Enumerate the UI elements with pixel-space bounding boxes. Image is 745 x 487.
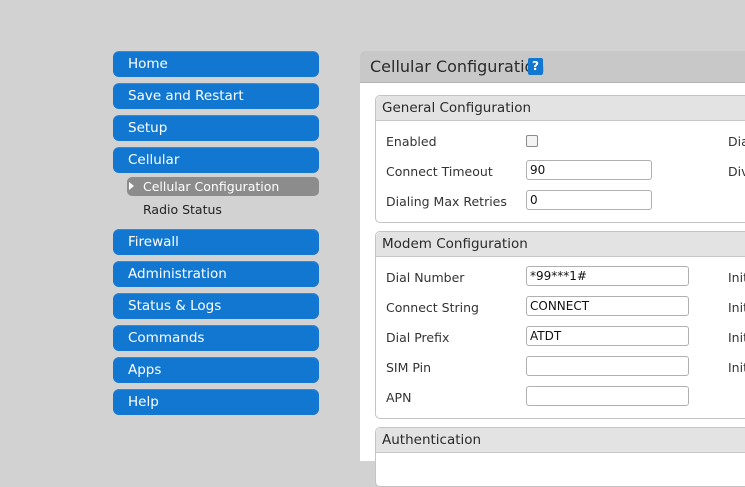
general-configuration-section: General Configuration Enabled Connect Ti… bbox=[375, 95, 745, 223]
nav-firewall[interactable]: Firewall bbox=[113, 229, 319, 255]
modem-configuration-section: Modem Configuration Dial Number Connect … bbox=[375, 231, 745, 419]
right-column-label: Dia bbox=[728, 134, 745, 149]
panel-header: Cellular Configuration ? bbox=[360, 51, 745, 83]
nav-save-and-restart[interactable]: Save and Restart bbox=[113, 83, 319, 109]
dial-number-input[interactable] bbox=[526, 266, 689, 286]
dial-number-label: Dial Number bbox=[386, 270, 465, 285]
help-icon[interactable]: ? bbox=[528, 58, 543, 75]
nav-apps[interactable]: Apps bbox=[113, 357, 319, 383]
nav-status-logs[interactable]: Status & Logs bbox=[113, 293, 319, 319]
section-title: Modem Configuration bbox=[376, 232, 745, 257]
nav-home[interactable]: Home bbox=[113, 51, 319, 77]
dial-prefix-label: Dial Prefix bbox=[386, 330, 450, 345]
nav-help[interactable]: Help bbox=[113, 389, 319, 415]
connect-timeout-input[interactable] bbox=[526, 160, 652, 180]
right-column-label: Init bbox=[728, 330, 745, 345]
dial-prefix-input[interactable] bbox=[526, 326, 689, 346]
nav-setup[interactable]: Setup bbox=[113, 115, 319, 141]
connect-string-input[interactable] bbox=[526, 296, 689, 316]
connect-string-label: Connect String bbox=[386, 300, 479, 315]
connect-timeout-label: Connect Timeout bbox=[386, 164, 493, 179]
subnav-label: Cellular Configuration bbox=[143, 179, 280, 194]
caret-right-icon bbox=[129, 182, 134, 190]
dialing-max-retries-label: Dialing Max Retries bbox=[386, 194, 507, 209]
nav-cellular[interactable]: Cellular bbox=[113, 147, 319, 173]
subnav-radio-status[interactable]: Radio Status bbox=[127, 200, 319, 219]
section-title: Authentication bbox=[376, 428, 745, 453]
enabled-label: Enabled bbox=[386, 134, 437, 149]
sim-pin-label: SIM Pin bbox=[386, 360, 432, 375]
page-title: Cellular Configuration bbox=[370, 57, 545, 76]
subnav-label: Radio Status bbox=[143, 202, 222, 217]
apn-label: APN bbox=[386, 390, 412, 405]
right-column-label: Init bbox=[728, 270, 745, 285]
nav-administration[interactable]: Administration bbox=[113, 261, 319, 287]
right-column-label: Init bbox=[728, 360, 745, 375]
nav-commands[interactable]: Commands bbox=[113, 325, 319, 351]
apn-input[interactable] bbox=[526, 386, 689, 406]
section-title: General Configuration bbox=[376, 96, 745, 121]
right-column-label: Div bbox=[728, 164, 745, 179]
dialing-max-retries-input[interactable] bbox=[526, 190, 652, 210]
main-panel: Cellular Configuration ? General Configu… bbox=[360, 51, 745, 487]
subnav-cellular-configuration[interactable]: Cellular Configuration bbox=[127, 177, 319, 196]
authentication-section: Authentication bbox=[375, 427, 745, 487]
right-column-label: Init bbox=[728, 300, 745, 315]
enabled-checkbox[interactable] bbox=[526, 135, 538, 147]
sim-pin-input[interactable] bbox=[526, 356, 689, 376]
